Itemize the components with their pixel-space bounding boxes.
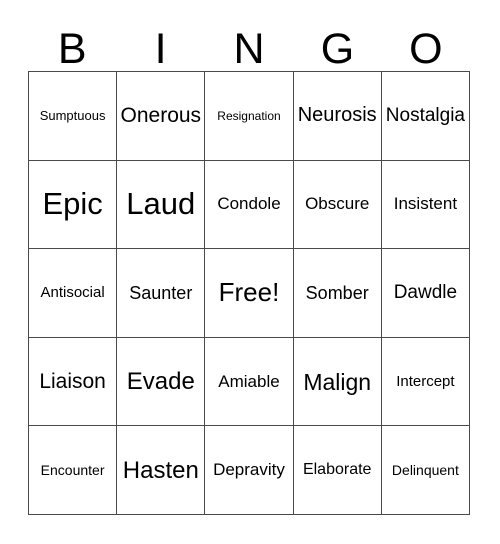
bingo-cell-label: Neurosis: [297, 104, 377, 127]
bingo-cell[interactable]: Laud: [117, 160, 206, 250]
bingo-cell-label: Malign: [303, 368, 372, 395]
bingo-cell[interactable]: Depravity: [205, 426, 294, 515]
bingo-cell[interactable]: Dawdle: [381, 249, 470, 338]
bingo-cell-label: Dawdle: [393, 282, 458, 304]
bingo-header-letter-n: N: [205, 14, 293, 71]
bingo-cell[interactable]: Saunter: [117, 249, 206, 338]
bingo-cell[interactable]: Evade: [117, 337, 206, 427]
bingo-cell[interactable]: Delinquent: [381, 426, 470, 515]
bingo-cell-label: Liaison: [39, 369, 106, 393]
bingo-cell-label: Condole: [217, 194, 281, 214]
bingo-cell-label: Depravity: [213, 460, 285, 480]
bingo-cell[interactable]: Amiable: [205, 337, 294, 427]
bingo-cell-label: Laud: [126, 186, 196, 222]
bingo-header-letter-g: G: [293, 14, 381, 71]
bingo-header-letter-o: O: [382, 14, 470, 71]
bingo-cell[interactable]: Sumptuous: [29, 72, 118, 161]
bingo-cell[interactable]: Intercept: [381, 337, 470, 427]
bingo-cell[interactable]: Elaborate: [293, 426, 382, 515]
bingo-card: B I N G O Sumptuous Onerous Resignation …: [0, 0, 500, 544]
bingo-cell[interactable]: Resignation: [205, 72, 294, 161]
bingo-cell[interactable]: Nostalgia: [381, 72, 470, 161]
bingo-cell-label: Saunter: [129, 282, 193, 303]
bingo-header-letter-b: B: [28, 14, 116, 71]
bingo-cell-label: Free!: [218, 277, 280, 308]
bingo-cell-label: Somber: [305, 282, 369, 303]
bingo-cell[interactable]: Obscure: [293, 160, 382, 250]
bingo-cell-label: Encounter: [40, 461, 105, 478]
header-letter: I: [154, 25, 167, 73]
bingo-cell-label: Resignation: [217, 108, 281, 123]
bingo-cell[interactable]: Onerous: [117, 72, 206, 161]
bingo-cell-label: Obscure: [305, 194, 370, 214]
bingo-cell-label: Amiable: [218, 371, 280, 391]
bingo-cell-free[interactable]: Free!: [205, 249, 294, 338]
bingo-cell-label: Elaborate: [302, 460, 372, 478]
bingo-header-letter-i: I: [116, 14, 204, 71]
header-letter: O: [409, 25, 443, 73]
bingo-cell[interactable]: Epic: [29, 160, 118, 250]
header-letter: N: [233, 25, 265, 73]
bingo-cell[interactable]: Somber: [293, 249, 382, 338]
bingo-cell[interactable]: Encounter: [29, 426, 118, 515]
bingo-cell-label: Antisocial: [40, 284, 105, 302]
bingo-cell[interactable]: Antisocial: [29, 249, 118, 338]
bingo-cell[interactable]: Neurosis: [293, 72, 382, 161]
bingo-cell-label: Epic: [42, 186, 103, 222]
bingo-header: B I N G O: [28, 14, 470, 71]
bingo-cell[interactable]: Hasten: [117, 426, 206, 515]
bingo-cell-label: Intercept: [396, 372, 455, 390]
bingo-cell-label: Insistent: [393, 194, 458, 214]
bingo-cell[interactable]: Insistent: [381, 160, 470, 250]
bingo-cell-label: Delinquent: [391, 461, 459, 478]
bingo-grid: Sumptuous Onerous Resignation Neurosis N…: [28, 71, 470, 515]
bingo-cell[interactable]: Malign: [293, 337, 382, 427]
bingo-cell-label: Hasten: [122, 456, 199, 484]
bingo-cell[interactable]: Liaison: [29, 337, 118, 427]
header-letter: B: [57, 25, 87, 73]
bingo-cell[interactable]: Condole: [205, 160, 294, 250]
bingo-cell-label: Sumptuous: [39, 107, 106, 123]
bingo-cell-label: Onerous: [120, 103, 202, 127]
bingo-cell-label: Nostalgia: [385, 104, 465, 126]
bingo-cell-label: Evade: [126, 368, 195, 395]
header-letter: G: [320, 25, 355, 73]
